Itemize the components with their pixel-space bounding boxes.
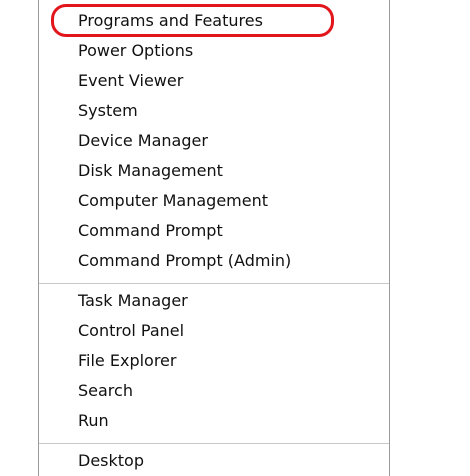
menu-item-disk-management[interactable]: Disk Management — [39, 156, 389, 186]
menu-item-file-explorer[interactable]: File Explorer — [39, 346, 389, 376]
menu-item-command-prompt-admin[interactable]: Command Prompt (Admin) — [39, 246, 389, 276]
menu-item-run[interactable]: Run — [39, 406, 389, 436]
menu-item-power-options[interactable]: Power Options — [39, 36, 389, 66]
menu-item-system[interactable]: System — [39, 96, 389, 126]
menu-item-programs-and-features[interactable]: Programs and Features — [39, 6, 389, 36]
menu-separator — [39, 443, 389, 444]
menu-item-task-manager[interactable]: Task Manager — [39, 286, 389, 316]
menu-item-command-prompt[interactable]: Command Prompt — [39, 216, 389, 246]
menu-item-control-panel[interactable]: Control Panel — [39, 316, 389, 346]
menu-item-device-manager[interactable]: Device Manager — [39, 126, 389, 156]
menu-item-search[interactable]: Search — [39, 376, 389, 406]
menu-item-computer-management[interactable]: Computer Management — [39, 186, 389, 216]
menu-item-desktop[interactable]: Desktop — [39, 446, 389, 476]
menu-item-event-viewer[interactable]: Event Viewer — [39, 66, 389, 96]
quick-link-menu: Programs and Features Power Options Even… — [38, 0, 390, 476]
menu-separator — [39, 283, 389, 284]
